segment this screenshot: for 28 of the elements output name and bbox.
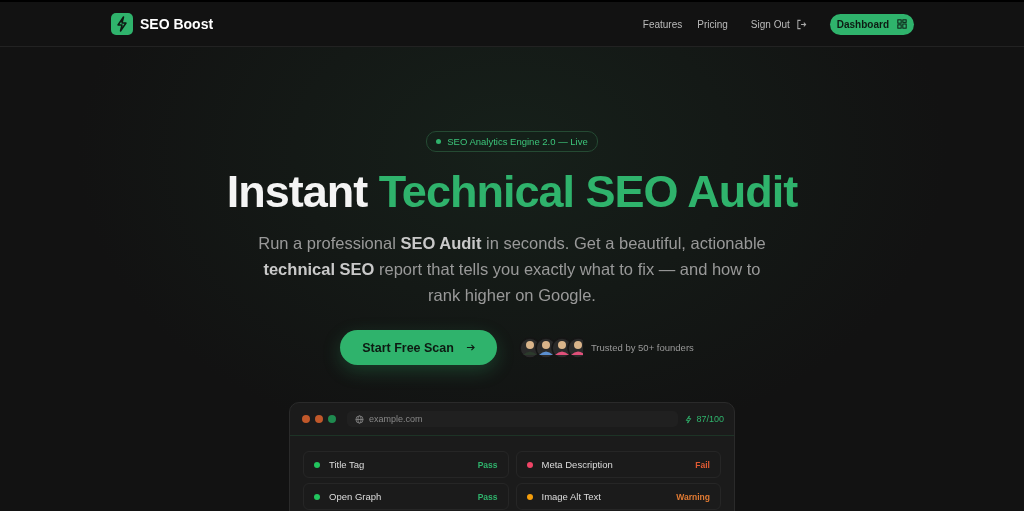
brand-name: SEO Boost [140,16,214,32]
trusted-text: Trusted by 50+ founders [590,342,694,353]
start-scan-button[interactable]: Start Free Scan [340,330,497,365]
check-name: Open Graph [329,491,383,502]
bolt-icon [684,414,694,424]
check-status: Pass [477,491,498,502]
check-status: Warning [676,491,710,502]
check-name: Title Tag [329,459,366,470]
score-text: 87/100 [696,414,724,424]
hero-subtitle: Run a professional SEO Audit in seconds. Get a beautiful, actionable technical SEO report that tells you exactly what to fix — and how to rank higher on Google. [257,233,767,306]
check-status: Fail [695,459,710,470]
avatar-group-icon [518,336,583,359]
arrow-right-icon [465,343,475,352]
check-name: Image Alt Text [541,491,602,502]
status-badge: SEO Analytics Engine 2.0 — Live [426,131,598,152]
hero-title: Instant [226,166,368,217]
sign-out-icon[interactable] [795,18,807,30]
grid-icon [897,19,907,29]
check-status: Pass [477,459,498,470]
bolt-logo-icon [111,13,133,35]
nav-link[interactable]: Features [642,18,683,30]
globe-icon [355,414,364,424]
nav-link[interactable]: Pricing [697,18,728,30]
dashboard-button[interactable]: Dashboard [829,13,914,35]
url-field: example.com [347,411,679,427]
sign-out-link[interactable]: Sign Out [750,18,790,30]
hero-title-highlight: Technical SEO Audit [378,166,798,217]
check-name: Meta Description [541,459,614,470]
